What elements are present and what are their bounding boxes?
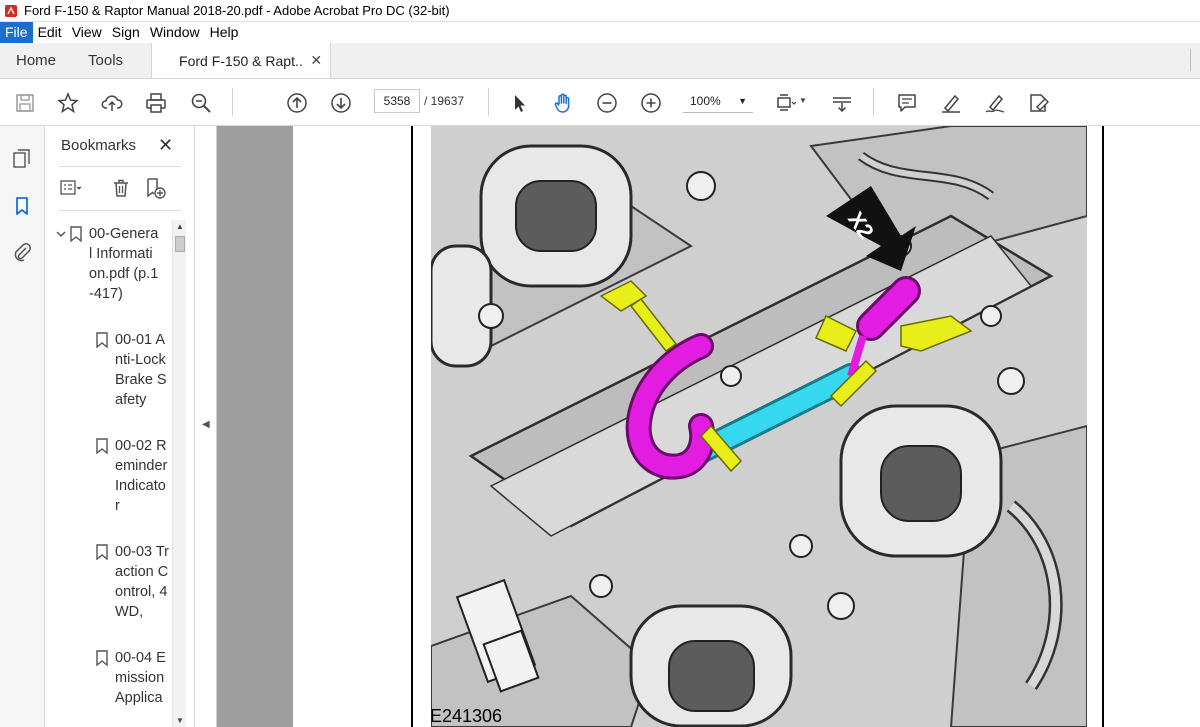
highlight-icon[interactable] (938, 90, 964, 116)
tab-document-label: Ford F-150 & Rapt... (179, 52, 305, 69)
toolbar-separator (873, 88, 874, 116)
menu-window[interactable]: Window (145, 22, 205, 43)
sign-icon[interactable] (982, 90, 1008, 116)
toolbar-separator (232, 88, 233, 116)
bookmarks-scrollbar[interactable]: ▲ ▼ (172, 220, 186, 727)
menu-file[interactable]: File (0, 22, 33, 43)
delete-icon[interactable] (109, 176, 133, 200)
divider (59, 210, 181, 211)
engine-illustration: X2 (411, 126, 1104, 727)
title-bar: Ford F-150 & Raptor Manual 2018-20.pdf -… (0, 0, 1200, 22)
fill-sign-icon[interactable] (1026, 90, 1052, 116)
tab-home[interactable]: Home (0, 43, 72, 78)
scrollbar-thumb[interactable] (175, 236, 185, 252)
acrobat-icon (4, 4, 18, 18)
comment-icon[interactable] (894, 90, 920, 116)
tab-tools[interactable]: Tools (72, 43, 139, 78)
close-icon[interactable]: ✕ (158, 135, 173, 156)
bookmark-icon (96, 650, 108, 666)
page-number-input[interactable]: 5358 (374, 89, 420, 113)
bookmark-label: 00-General Information.pdf (p.1-417) (89, 226, 159, 302)
bookmark-label: 00-01 Anti-Lock Brake Safety (115, 332, 167, 408)
bookmark-list: 00-General Information.pdf (p.1-417) 00-… (45, 220, 173, 727)
menu-bar: File Edit View Sign Window Help (0, 22, 1200, 43)
chevron-down-icon[interactable] (55, 224, 69, 304)
divider (59, 166, 181, 167)
bookmark-label: 00-03 Traction Control, 4WD, (115, 544, 169, 620)
page-fit-icon[interactable] (773, 90, 799, 116)
tab-bar: Home Tools Ford F-150 & Rapt... ✕ (0, 43, 1200, 79)
page-down-icon[interactable] (328, 90, 354, 116)
menu-help[interactable]: Help (205, 22, 244, 43)
new-bookmark-icon[interactable] (143, 176, 167, 200)
upload-icon[interactable] (99, 90, 125, 116)
zoom-value: 100% (690, 94, 721, 108)
bookmarks-panel: Bookmarks ✕ 00-General Information.pdf (… (45, 126, 195, 727)
tab-bar-overflow[interactable] (1190, 49, 1200, 71)
zoom-in-icon[interactable] (638, 90, 664, 116)
bookmark-item[interactable]: 00-General Information.pdf (p.1-417) (55, 224, 173, 304)
bookmark-icon (96, 438, 108, 454)
scroll-up-icon[interactable]: ▲ (176, 222, 184, 231)
bookmarks-toolbar (59, 174, 181, 202)
menu-edit[interactable]: Edit (33, 22, 67, 43)
panel-collapse-strip[interactable]: ◀ (195, 126, 217, 727)
attachments-icon[interactable] (10, 240, 34, 264)
select-arrow-icon[interactable] (506, 90, 532, 116)
bookmark-star-icon[interactable] (55, 90, 81, 116)
bookmark-icon (96, 544, 108, 560)
hand-icon[interactable] (550, 90, 576, 116)
left-navigation-rail (0, 126, 45, 727)
page-total-label: / 19637 (424, 94, 465, 108)
zoom-out-icon[interactable] (594, 90, 620, 116)
options-menu-icon[interactable] (59, 176, 83, 200)
toolbar-separator (488, 88, 489, 116)
bookmark-label: 00-02 Reminder Indicator (115, 438, 168, 514)
page-up-icon[interactable] (284, 90, 310, 116)
bookmark-item[interactable]: 00-01 Anti-Lock Brake Safety (95, 330, 173, 410)
tab-document[interactable]: Ford F-150 & Rapt... ✕ (151, 43, 332, 78)
bookmarks-panel-icon[interactable] (10, 194, 34, 218)
menu-view[interactable]: View (67, 22, 107, 43)
menu-sign[interactable]: Sign (107, 22, 145, 43)
engine-drawing: X2 (431, 126, 1087, 727)
bookmark-item[interactable]: 00-03 Traction Control, 4WD, (95, 542, 173, 622)
scroll-down-icon[interactable]: ▼ (176, 716, 184, 725)
page-thumbnails-icon[interactable] (10, 147, 34, 171)
print-icon[interactable] (143, 90, 169, 116)
chevron-down-icon[interactable]: ▼ (799, 96, 807, 105)
bookmarks-title: Bookmarks (61, 137, 137, 154)
search-zoom-icon[interactable] (188, 90, 214, 116)
bookmark-icon (96, 332, 108, 348)
save-icon[interactable] (12, 90, 38, 116)
bookmark-label: 00-04 Emission Applica (115, 650, 166, 706)
bookmark-item[interactable]: 00-04 Emission Applica (95, 648, 173, 708)
bookmark-item[interactable]: 00-02 Reminder Indicator (95, 436, 173, 516)
window-title: Ford F-150 & Raptor Manual 2018-20.pdf -… (24, 3, 450, 18)
bookmark-icon (70, 226, 82, 242)
toolbar (0, 79, 1200, 126)
figure-id-label: E241306 (430, 706, 503, 726)
chevron-down-icon: ▼ (738, 96, 747, 106)
scroll-mode-icon[interactable] (829, 90, 855, 116)
collapse-left-icon[interactable]: ◀ (202, 419, 210, 430)
close-tab-icon[interactable]: ✕ (310, 52, 322, 69)
zoom-select[interactable]: 100% ▼ (683, 89, 753, 113)
